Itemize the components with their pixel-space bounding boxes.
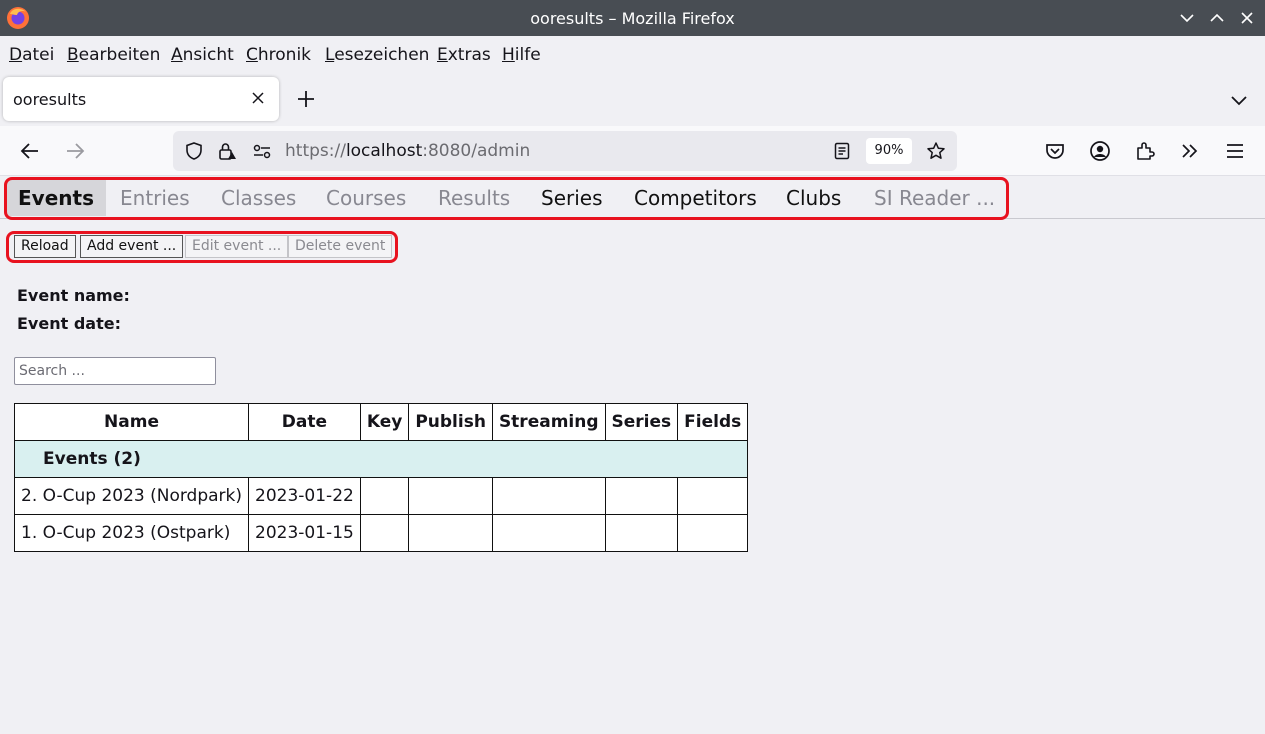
- reader-view-icon[interactable]: [832, 141, 852, 161]
- column-header-date[interactable]: Date: [248, 403, 361, 441]
- table-row[interactable]: 1. O-Cup 2023 (Ostpark) 2023-01-15: [13, 514, 749, 552]
- menu-bearbeiten[interactable]: Bearbeiten: [67, 45, 160, 65]
- cell-series[interactable]: [604, 514, 679, 552]
- cell-date[interactable]: 2023-01-15: [248, 514, 361, 552]
- cell-publish[interactable]: [408, 514, 493, 552]
- hamburger-menu-icon[interactable]: [1224, 140, 1246, 162]
- shield-icon[interactable]: [184, 141, 204, 161]
- forward-icon[interactable]: [64, 140, 86, 162]
- extensions-icon[interactable]: [1134, 140, 1156, 162]
- cell-publish[interactable]: [408, 477, 493, 515]
- cell-key[interactable]: [359, 477, 410, 515]
- browser-tab-label: ooresults: [13, 90, 87, 109]
- new-tab-icon[interactable]: [296, 89, 316, 109]
- cell-name[interactable]: 1. O-Cup 2023 (Ostpark): [13, 514, 250, 552]
- menu-bar: Datei Bearbeiten Ansicht Chronik Lesezei…: [0, 36, 1265, 72]
- window-title: ooresults – Mozilla Firefox: [530, 9, 735, 28]
- cell-streaming[interactable]: [491, 477, 606, 515]
- close-window-icon[interactable]: [1238, 9, 1256, 27]
- column-header-key[interactable]: Key: [359, 403, 410, 441]
- menu-hilfe[interactable]: Hilfe: [502, 45, 541, 65]
- pocket-icon[interactable]: [1044, 140, 1066, 162]
- table-row[interactable]: 2. O-Cup 2023 (Nordpark) 2023-01-22: [13, 477, 749, 515]
- window-titlebar: ooresults – Mozilla Firefox: [0, 0, 1265, 36]
- minimize-icon[interactable]: [1178, 9, 1196, 27]
- column-header-streaming[interactable]: Streaming: [491, 403, 606, 441]
- cell-fields[interactable]: [677, 514, 749, 552]
- cell-key[interactable]: [359, 514, 410, 552]
- lock-warning-icon[interactable]: [217, 141, 237, 161]
- group-label[interactable]: Events (2): [13, 440, 749, 478]
- cell-name[interactable]: 2. O-Cup 2023 (Nordpark): [13, 477, 250, 515]
- navigation-bar: https://localhost:8080/admin 90%: [0, 126, 1265, 176]
- menu-ansicht[interactable]: Ansicht: [171, 45, 234, 65]
- menu-extras[interactable]: Extras: [437, 45, 491, 65]
- close-tab-icon[interactable]: [251, 91, 265, 105]
- event-date-label: Event date:: [17, 314, 121, 333]
- cell-date[interactable]: 2023-01-22: [248, 477, 361, 515]
- menu-datei[interactable]: Datei: [9, 45, 54, 65]
- url-text: https://localhost:8080/admin: [285, 141, 531, 161]
- event-name-label: Event name:: [17, 286, 130, 305]
- permissions-icon[interactable]: [252, 141, 272, 161]
- highlight-toolbar: [6, 231, 398, 263]
- account-icon[interactable]: [1089, 140, 1111, 162]
- group-row[interactable]: Events (2): [13, 440, 749, 478]
- overflow-menu-icon[interactable]: [1179, 140, 1201, 162]
- cell-series[interactable]: [604, 477, 679, 515]
- cell-streaming[interactable]: [491, 514, 606, 552]
- maximize-icon[interactable]: [1208, 9, 1226, 27]
- events-table: Name Date Key Publish Streaming Series F…: [13, 403, 749, 552]
- bookmark-star-icon[interactable]: [926, 141, 946, 161]
- menu-chronik[interactable]: Chronik: [246, 45, 311, 65]
- highlight-app-tabs: [4, 177, 1009, 220]
- zoom-level-button[interactable]: 90%: [866, 138, 912, 164]
- back-icon[interactable]: [19, 140, 41, 162]
- column-header-fields[interactable]: Fields: [677, 403, 749, 441]
- cell-fields[interactable]: [677, 477, 749, 515]
- url-bar[interactable]: https://localhost:8080/admin 90%: [173, 131, 957, 171]
- page-content: Events Entries Classes Courses Results S…: [0, 177, 1265, 734]
- browser-tab[interactable]: ooresults: [3, 77, 279, 121]
- list-all-tabs-icon[interactable]: [1230, 91, 1248, 109]
- menu-lesezeichen[interactable]: Lesezeichen: [325, 45, 429, 65]
- table-header-row: Name Date Key Publish Streaming Series F…: [13, 403, 749, 441]
- column-header-name[interactable]: Name: [13, 403, 250, 441]
- tab-strip: ooresults: [0, 72, 1265, 126]
- column-header-series[interactable]: Series: [604, 403, 679, 441]
- search-input[interactable]: [14, 357, 216, 385]
- column-header-publish[interactable]: Publish: [408, 403, 493, 441]
